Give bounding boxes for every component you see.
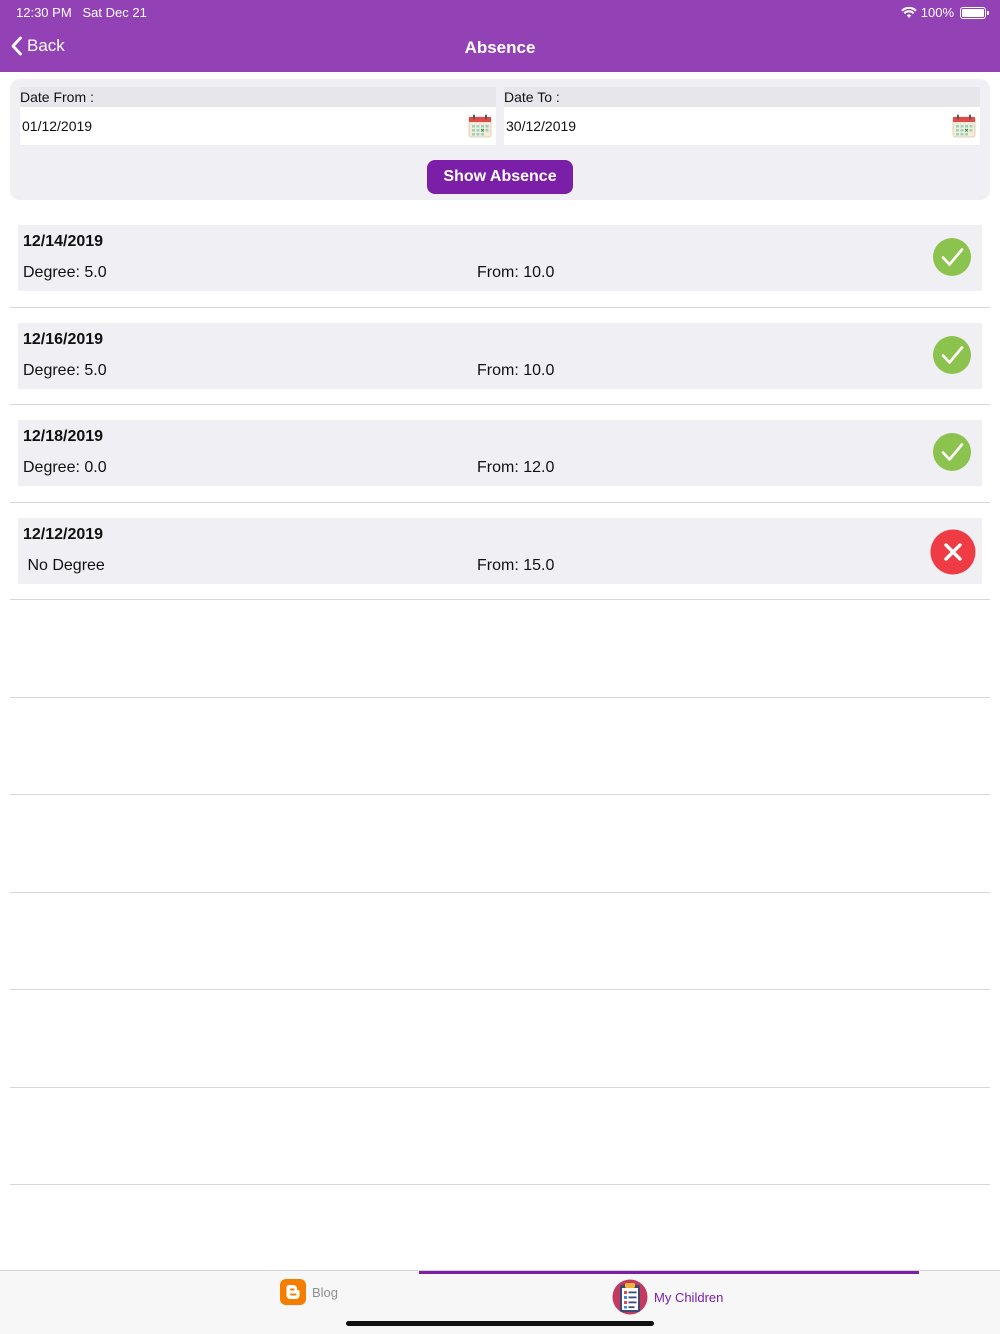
record-degree: Degree: 0.0 [23, 459, 107, 476]
absence-list: 12/14/2019 Degree: 5.0 From: 10.0 12/16/… [10, 210, 990, 1185]
absence-record-card: 12/16/2019 Degree: 5.0 From: 10.0 [18, 322, 982, 389]
record-degree: Degree: 5.0 [23, 264, 107, 281]
status-bar-time: 12:30 PM Sat Dec 21 [16, 5, 147, 20]
tab-blog-label: Blog [312, 1284, 339, 1300]
navigation-header: 12:30 PM Sat Dec 21 100% Back Absence [0, 0, 1000, 72]
tab-my-children-label: My Children [654, 1289, 724, 1305]
checkmark-icon [933, 433, 971, 471]
absence-record-card: 12/12/2019 No Degree From: 15.0 [18, 517, 982, 584]
active-tab-indicator [419, 1271, 919, 1274]
tab-my-children[interactable]: My Children [612, 1279, 723, 1315]
list-item[interactable]: 12/18/2019 Degree: 0.0 From: 12.0 [10, 405, 990, 503]
status-bar-right: 100% [901, 5, 989, 20]
date-from-group: Date From : 01/12/2019 [20, 87, 496, 145]
status-time-text: 12:30 PM [16, 5, 72, 20]
empty-list-row [10, 600, 990, 698]
battery-icon [960, 6, 989, 19]
date-to-label: Date To : [504, 87, 980, 107]
date-from-field[interactable]: 01/12/2019 [20, 107, 496, 145]
record-date: 12/18/2019 [23, 428, 104, 445]
list-item[interactable]: 12/12/2019 No Degree From: 15.0 [10, 503, 990, 600]
record-degree: Degree: 5.0 [23, 361, 107, 379]
show-absence-button[interactable]: Show Absence [427, 160, 573, 194]
empty-list-row [10, 698, 990, 795]
date-from-value: 01/12/2019 [22, 118, 93, 134]
record-degree: No Degree [23, 556, 105, 574]
page-title: Absence [464, 38, 536, 57]
close-icon [930, 529, 976, 574]
list-item[interactable]: 12/16/2019 Degree: 5.0 From: 10.0 [10, 308, 990, 405]
calendar-icon[interactable] [952, 114, 976, 138]
record-from: From: 10.0 [477, 361, 555, 379]
absence-record-card: 12/18/2019 Degree: 0.0 From: 12.0 [18, 420, 982, 486]
list-item[interactable]: 12/14/2019 Degree: 5.0 From: 10.0 [10, 210, 990, 308]
checkmark-icon [933, 335, 971, 374]
record-date: 12/14/2019 [23, 233, 104, 250]
record-date: 12/16/2019 [23, 330, 104, 348]
date-filter-panel: Date From : 01/12/2019 Date To: 30/12/2… [10, 79, 990, 200]
checkmark-icon [933, 238, 971, 276]
tab-blog[interactable]: Blog [280, 1279, 338, 1305]
home-indicator[interactable] [346, 1321, 654, 1326]
date-from-label: Date From : [20, 87, 496, 107]
record-from: From: 15.0 [477, 556, 555, 574]
empty-list-row [10, 1088, 990, 1185]
battery-percent: 100% [920, 5, 954, 20]
record-from: From: 12.0 [477, 459, 555, 476]
empty-list-row [10, 990, 990, 1088]
empty-list-row [10, 795, 990, 893]
record-date: 12/12/2019 [23, 525, 104, 543]
absence-record-card: 12/14/2019 Degree: 5.0 From: 10.0 [18, 225, 982, 291]
date-to-value: 30/12/2019 [506, 118, 577, 134]
wifi-icon [901, 6, 917, 18]
calendar-icon[interactable] [468, 114, 492, 138]
date-to-field[interactable]: 30/12/2019 [504, 107, 980, 145]
empty-list-row [10, 893, 990, 990]
blogger-icon [280, 1279, 306, 1305]
date-to-group: Date To : 30/12/2019 [504, 87, 980, 145]
status-date-text: Sat Dec 21 [82, 5, 147, 20]
clipboard-icon [612, 1279, 648, 1315]
record-from: From: 10.0 [477, 264, 555, 281]
